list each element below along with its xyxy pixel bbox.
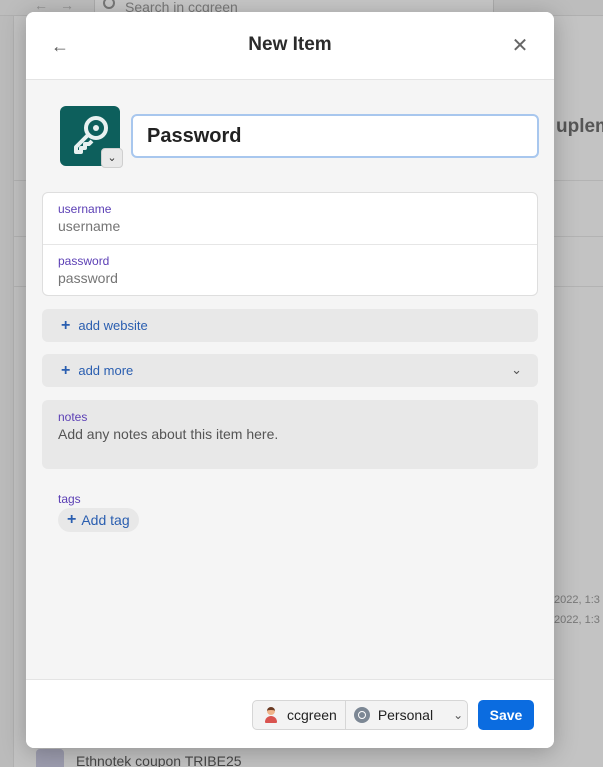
add-more-button[interactable]: + add more ⌄ (42, 354, 538, 387)
notes-placeholder: Add any notes about this item here. (58, 426, 279, 442)
tags-label: tags (58, 492, 81, 506)
item-title-input[interactable] (131, 114, 539, 158)
username-field[interactable] (58, 217, 518, 235)
notes-label: notes (58, 410, 88, 424)
plus-icon: + (61, 316, 71, 334)
username-label: username (58, 202, 112, 216)
vault-selector[interactable]: ccgreen Personal ⌄ (252, 700, 468, 730)
credentials-section: username password (42, 192, 538, 296)
dialog-footer: ccgreen Personal ⌄ Save (26, 679, 554, 748)
password-row: password (43, 244, 537, 295)
chevron-down-icon: ⌄ (453, 708, 464, 722)
avatar (264, 707, 278, 723)
password-label: password (58, 254, 110, 268)
dialog-title: New Item (248, 34, 332, 55)
icon-picker-chevron-down-icon[interactable]: ⌄ (101, 148, 123, 168)
add-tag-label: Add tag (81, 512, 130, 528)
username-row: username (43, 193, 537, 244)
chevron-down-icon: ⌄ (511, 362, 522, 377)
add-more-label: add more (78, 363, 134, 378)
plus-icon: + (61, 361, 71, 379)
new-item-dialog: ← New Item ✕ ⌄ username password + add w… (26, 12, 554, 748)
vault-name: Personal (377, 707, 434, 723)
vault-dropdown[interactable]: Personal ⌄ (346, 701, 463, 729)
add-website-button[interactable]: + add website (42, 309, 538, 342)
add-tag-button[interactable]: + Add tag (58, 508, 139, 532)
save-button[interactable]: Save (478, 700, 534, 730)
dialog-header: ← New Item ✕ (26, 12, 554, 80)
close-icon[interactable]: ✕ (508, 34, 532, 58)
password-field[interactable] (58, 269, 518, 287)
notes-field[interactable]: notes Add any notes about this item here… (42, 400, 538, 469)
account-selector[interactable]: ccgreen (253, 701, 346, 729)
add-website-label: add website (78, 318, 148, 333)
vault-icon (353, 707, 370, 723)
plus-icon: + (67, 511, 77, 528)
account-name: ccgreen (287, 707, 337, 723)
